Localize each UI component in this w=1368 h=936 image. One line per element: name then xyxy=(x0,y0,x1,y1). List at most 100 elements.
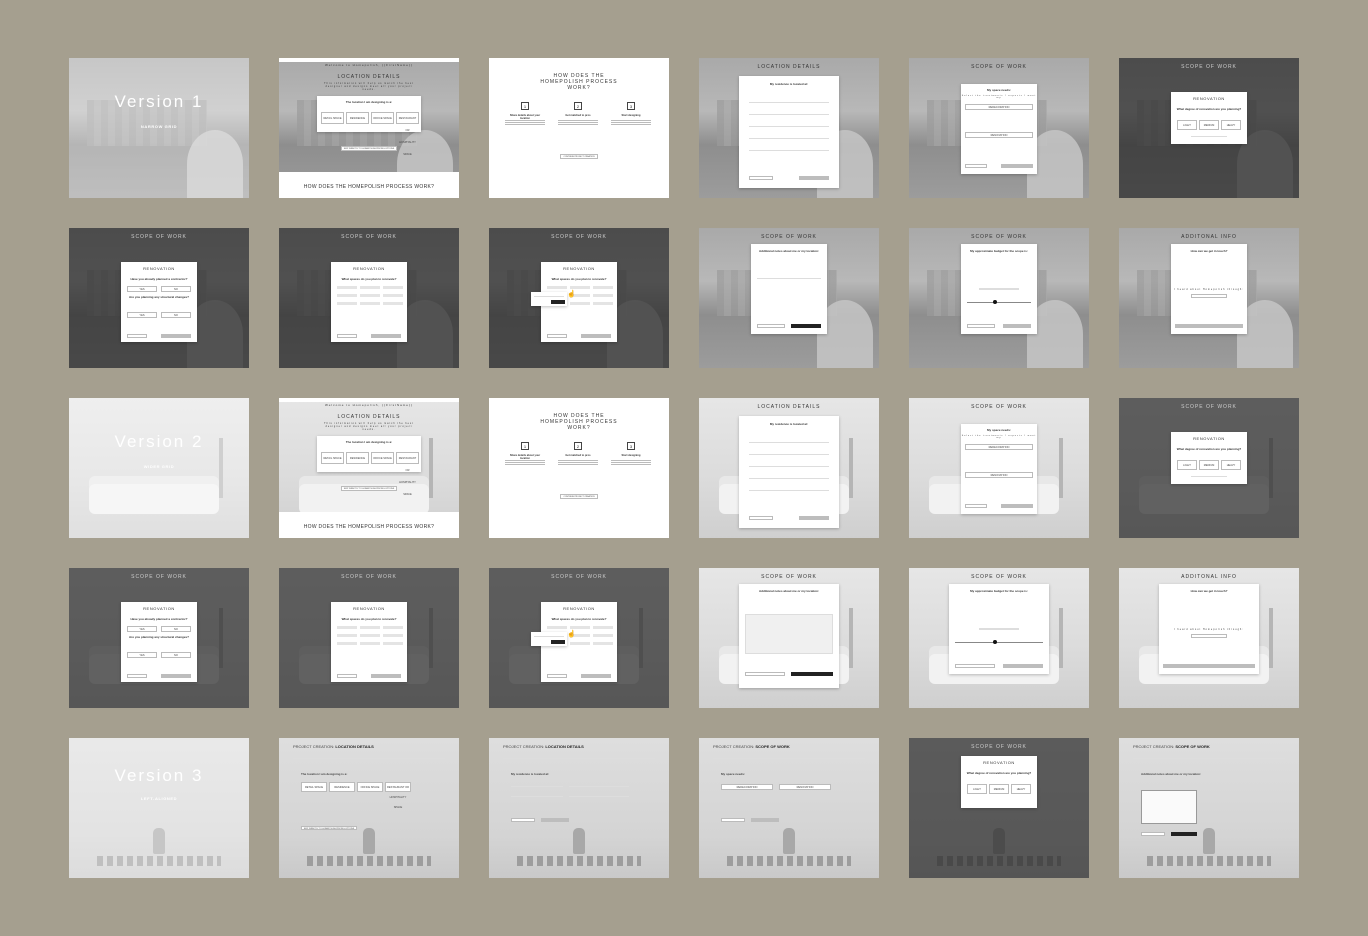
popup-save-button[interactable] xyxy=(551,300,565,304)
next-button[interactable] xyxy=(799,176,829,180)
skip-button[interactable]: SKIP DIRECTLY TO HOMEPOLISH PRICING OPTI… xyxy=(341,486,397,491)
next-button[interactable] xyxy=(581,334,611,338)
yes-option[interactable]: YES xyxy=(127,626,157,632)
notes-textarea[interactable] xyxy=(1141,790,1197,824)
screen-thumbnail[interactable]: PROJECT CREATION: LOCATION DETAILS The lo… xyxy=(279,738,459,878)
back-button[interactable] xyxy=(127,674,147,678)
back-button[interactable] xyxy=(967,324,995,328)
next-button[interactable] xyxy=(1001,164,1033,168)
back-button[interactable] xyxy=(511,818,535,822)
screen-thumbnail[interactable]: SCOPE OF WORK My space needs: Select the t… xyxy=(909,58,1089,198)
heard-about-select[interactable] xyxy=(1191,634,1227,638)
heard-about-select[interactable] xyxy=(1191,294,1227,298)
notes-textarea[interactable] xyxy=(757,278,821,279)
back-button[interactable] xyxy=(757,324,785,328)
back-button[interactable] xyxy=(337,674,357,678)
location-option[interactable]: RESIDENCE xyxy=(329,782,355,792)
screen-thumbnail[interactable]: SCOPE OF WORK My space needs: Select the t… xyxy=(909,398,1089,538)
screen-thumbnail[interactable]: LOCATION DETAILS My residence is located … xyxy=(699,58,879,198)
back-button[interactable] xyxy=(1141,832,1165,836)
degree-option[interactable]: MEDIUM xyxy=(1199,120,1219,130)
screen-thumbnail[interactable]: SCOPE OF WORK My approximate budget for t… xyxy=(909,228,1089,368)
back-button[interactable] xyxy=(965,164,987,168)
screen-thumbnail[interactable]: SCOPE OF WORK RENOVATION Have you already … xyxy=(69,228,249,368)
need-option-redecoration[interactable]: REDECORATION xyxy=(721,784,773,790)
screen-thumbnail[interactable]: Version 3 LEFT-ALIGNED xyxy=(69,738,249,878)
screen-thumbnail[interactable]: SCOPE OF WORK RENOVATION Have you already … xyxy=(69,568,249,708)
next-button[interactable] xyxy=(581,674,611,678)
screen-thumbnail[interactable]: SCOPE OF WORK Additional notes about me o… xyxy=(699,228,879,368)
back-button[interactable] xyxy=(337,334,357,338)
location-option[interactable]: RESTAURANT OR HOSPITALITY SPACE xyxy=(385,782,411,809)
screen-thumbnail[interactable]: HOW DOES THE HOMEPOLISH PROCESS WORK? 1 Sh… xyxy=(489,58,669,198)
next-button[interactable] xyxy=(799,516,829,520)
budget-slider-knob[interactable] xyxy=(993,300,997,304)
skip-button[interactable]: SKIP DIRECTLY TO HOMEPOLISH PRICING OPTI… xyxy=(301,826,357,830)
yes-option[interactable]: YES xyxy=(127,312,157,318)
location-option[interactable]: RETAIL SPACE xyxy=(321,452,344,464)
degree-option[interactable]: HEAVY xyxy=(1011,784,1031,794)
no-option[interactable]: NO xyxy=(161,626,191,632)
next-button[interactable] xyxy=(1003,664,1043,668)
degree-option[interactable]: LIGHT xyxy=(1177,120,1197,130)
screen-thumbnail[interactable]: SCOPE OF WORK RENOVATION What spaces do yo… xyxy=(489,568,669,708)
next-button[interactable] xyxy=(1001,504,1033,508)
submit-button[interactable] xyxy=(1175,324,1243,328)
screen-thumbnail[interactable]: PROJECT CREATION: LOCATION DETAILS My res… xyxy=(489,738,669,878)
degree-option[interactable]: HEAVY xyxy=(1221,120,1241,130)
back-button[interactable] xyxy=(547,674,567,678)
location-option[interactable]: RETAIL SPACE xyxy=(301,782,327,792)
degree-option[interactable]: MEDIUM xyxy=(1199,460,1219,470)
next-button[interactable] xyxy=(1003,324,1031,328)
next-button[interactable] xyxy=(791,324,821,328)
yes-option[interactable]: YES xyxy=(127,286,157,292)
next-button[interactable] xyxy=(791,672,833,676)
need-option-redecoration[interactable]: REDECORATION xyxy=(965,444,1033,450)
screen-thumbnail[interactable]: SCOPE OF WORK RENOVATION What spaces do yo… xyxy=(279,228,459,368)
screen-thumbnail[interactable]: LOCATION DETAILS My residence is located … xyxy=(699,398,879,538)
location-option[interactable]: OFFICE SPACE xyxy=(357,782,383,792)
next-button[interactable] xyxy=(371,334,401,338)
screen-thumbnail[interactable]: ADDITONAL INFO How can we get in touch? I … xyxy=(1119,228,1299,368)
screen-thumbnail[interactable]: SCOPE OF WORK Additional notes about me o… xyxy=(699,568,879,708)
screen-thumbnail[interactable]: SCOPE OF WORK RENOVATION What degree of re… xyxy=(1119,58,1299,198)
screen-thumbnail[interactable]: SCOPE OF WORK RENOVATION What spaces do yo… xyxy=(279,568,459,708)
back-button[interactable] xyxy=(965,504,987,508)
degree-option[interactable]: LIGHT xyxy=(1177,460,1197,470)
need-option-renovation[interactable]: RENOVATION xyxy=(965,472,1033,478)
location-option[interactable]: RESIDENCE xyxy=(346,452,369,464)
screen-thumbnail[interactable]: Welcome to Homepolish, {{FirstName}} LOCA… xyxy=(279,398,459,538)
location-option[interactable]: OFFICE SPACE xyxy=(371,112,394,124)
screen-thumbnail[interactable]: PROJECT CREATION: SCOPE OF WORK My space … xyxy=(699,738,879,878)
screen-thumbnail[interactable]: Version 1 NARROW GRID xyxy=(69,58,249,198)
screen-thumbnail[interactable]: Version 2 WIDER GRID xyxy=(69,398,249,538)
budget-slider-knob[interactable] xyxy=(993,640,997,644)
budget-slider-track[interactable] xyxy=(955,642,1043,643)
back-button[interactable] xyxy=(547,334,567,338)
back-button[interactable] xyxy=(955,664,995,668)
next-button[interactable] xyxy=(371,674,401,678)
no-option[interactable]: NO xyxy=(161,286,191,292)
next-button[interactable] xyxy=(541,818,569,822)
location-option[interactable]: RESIDENCE xyxy=(346,112,369,124)
no-option[interactable]: NO xyxy=(161,312,191,318)
notes-textarea[interactable] xyxy=(745,614,833,654)
need-option-renovation[interactable]: RENOVATION xyxy=(965,132,1033,138)
location-option[interactable]: OFFICE SPACE xyxy=(371,452,394,464)
degree-option[interactable]: HEAVY xyxy=(1221,460,1241,470)
screen-thumbnail[interactable]: SCOPE OF WORK RENOVATION What degree of re… xyxy=(909,738,1089,878)
continue-button[interactable]: CONTINUE PROJECT CREATION xyxy=(560,154,598,159)
submit-button[interactable] xyxy=(1163,664,1255,668)
degree-option[interactable]: LIGHT xyxy=(967,784,987,794)
skip-button[interactable]: SKIP DIRECTLY TO HOMEPOLISH PRICING OPTI… xyxy=(341,146,397,151)
budget-slider-track[interactable] xyxy=(967,302,1031,303)
popup-save-button[interactable] xyxy=(551,640,565,644)
location-option[interactable]: RETAIL SPACE xyxy=(321,112,344,124)
location-option[interactable]: RESTAURANT OR HOSPITALITY SPACE xyxy=(396,452,419,496)
screen-thumbnail[interactable]: SCOPE OF WORK RENOVATION What spaces do yo… xyxy=(489,228,669,368)
screen-thumbnail[interactable]: HOW DOES THE HOMEPOLISH PROCESS WORK? 1 Sh… xyxy=(489,398,669,538)
location-option[interactable]: RESTAURANT OR HOSPITALITY SPACE xyxy=(396,112,419,156)
next-button[interactable] xyxy=(161,674,191,678)
next-button[interactable] xyxy=(161,334,191,338)
screen-thumbnail[interactable]: Welcome to Homepolish, {{FirstName}} LOCA… xyxy=(279,58,459,198)
